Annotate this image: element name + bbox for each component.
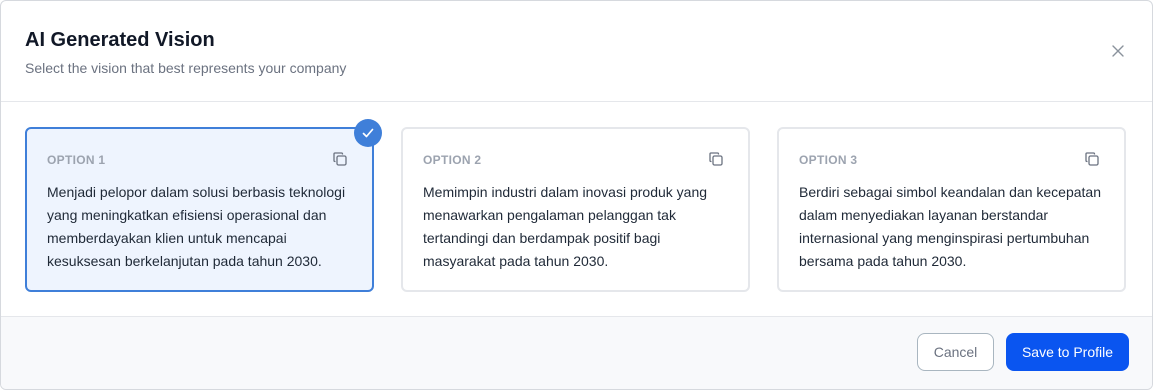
modal-footer: Cancel Save to Profile <box>1 316 1152 389</box>
option-text: Menjadi pelopor dalam solusi berbasis te… <box>47 184 346 269</box>
vision-modal: AI Generated Vision Select the vision th… <box>0 0 1153 390</box>
close-button[interactable] <box>1110 43 1126 59</box>
modal-title: AI Generated Vision <box>25 29 215 51</box>
save-to-profile-button[interactable]: Save to Profile <box>1006 333 1129 371</box>
close-icon <box>1112 45 1124 57</box>
option-label: OPTION 3 <box>799 153 858 167</box>
option-label: OPTION 2 <box>423 153 482 167</box>
option-card-2[interactable]: OPTION 2 Memimpin industri dalam inovasi… <box>401 127 750 292</box>
cancel-button[interactable]: Cancel <box>917 333 994 371</box>
option-card-3[interactable]: OPTION 3 Berdiri sebagai simbol keandala… <box>777 127 1126 292</box>
copy-icon <box>1085 152 1099 166</box>
options-area: OPTION 1 Menjadi pelopor dalam solusi be… <box>1 102 1152 316</box>
copy-icon <box>709 152 723 166</box>
option-text: Berdiri sebagai simbol keandalan dan kec… <box>799 184 1101 269</box>
modal-header: AI Generated Vision Select the vision th… <box>1 1 1152 102</box>
option-text: Memimpin industri dalam inovasi produk y… <box>423 184 708 269</box>
copy-button[interactable] <box>708 151 724 167</box>
copy-button[interactable] <box>1084 151 1100 167</box>
copy-icon <box>333 152 347 166</box>
option-card-1[interactable]: OPTION 1 Menjadi pelopor dalam solusi be… <box>25 119 382 292</box>
option-label: OPTION 1 <box>47 153 106 167</box>
check-icon <box>362 128 374 138</box>
copy-button[interactable] <box>332 151 348 167</box>
modal-subtitle: Select the vision that best represents y… <box>25 60 347 76</box>
selected-check-badge <box>354 119 382 147</box>
